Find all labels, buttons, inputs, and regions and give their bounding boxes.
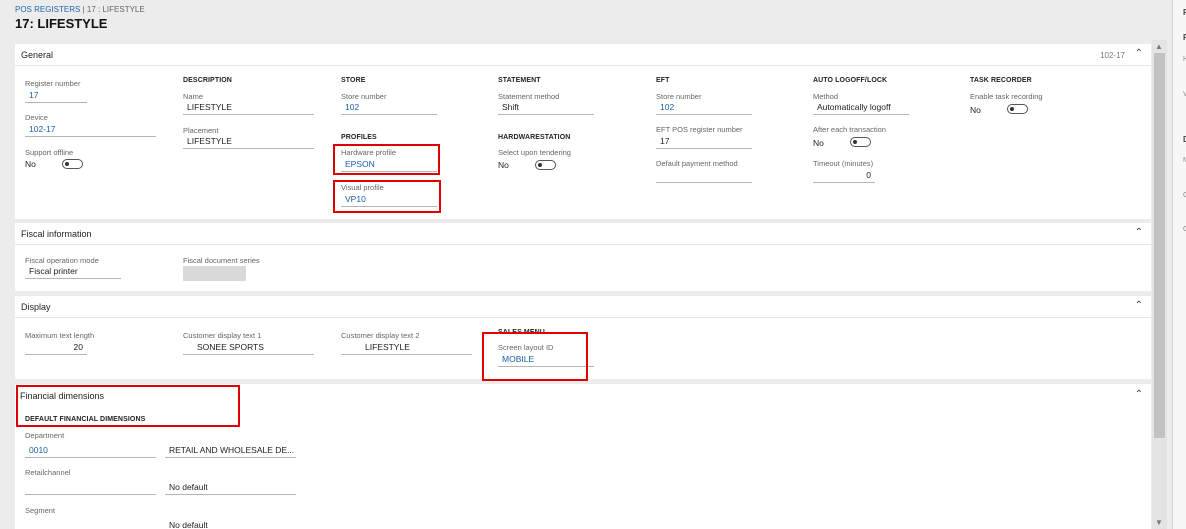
general-panel-title: General (21, 50, 54, 60)
max-text-length-label: Maximum text length (25, 331, 95, 340)
store-heading: STORE (341, 77, 366, 84)
triangle-up-icon[interactable]: ▲ (1155, 42, 1163, 51)
fiscal-mode-field[interactable]: Fiscal printer (25, 265, 121, 279)
segment-label: Segment (25, 506, 56, 515)
financial-dimensions-highlight (16, 385, 240, 427)
customer-display-text-1-field[interactable]: SONEE SPORTS (183, 341, 314, 355)
chevron-up-icon[interactable]: ⌃ (1135, 389, 1143, 400)
after-each-transaction-toggle[interactable] (850, 137, 871, 147)
breadcrumb-separator: | (82, 5, 85, 14)
department-field[interactable]: 0010 (25, 444, 156, 458)
fiscal-series-field[interactable] (183, 266, 246, 281)
retailchannel-label: Retailchannel (25, 468, 71, 477)
select-upon-tendering-toggle[interactable] (535, 160, 556, 170)
breadcrumb: POS REGISTERS | 17 : LIFESTYLE (15, 5, 145, 14)
after-each-transaction-value: No (813, 138, 824, 148)
logoff-method-field[interactable]: Automatically logoff (813, 101, 909, 115)
general-panel-header[interactable]: General 102-17 ⌃ (15, 44, 1151, 66)
logoff-method-label: Method (813, 92, 839, 101)
placement-label: Placement (183, 126, 219, 135)
support-offline-toggle[interactable] (62, 159, 83, 169)
store-number-field[interactable]: 102 (341, 101, 437, 115)
department-description: RETAIL AND WHOLESALE DE... (165, 444, 296, 458)
triangle-down-icon[interactable]: ▼ (1155, 518, 1163, 527)
eft-store-number-field[interactable]: 102 (656, 101, 752, 115)
placement-field[interactable]: LIFESTYLE (183, 135, 314, 149)
auto-logoff-heading: AUTO LOGOFF/LOCK (813, 77, 888, 84)
fiscal-panel: Fiscal information ⌃ Fiscal operation mo… (15, 223, 1151, 291)
right-side-pane: P P H V D M C C (1172, 0, 1186, 529)
task-recorder-heading: TASK RECORDER (970, 77, 1032, 84)
name-label: Name (183, 92, 204, 101)
enable-task-recording-value: No (970, 105, 981, 115)
eft-pos-register-field[interactable]: 17 (656, 135, 752, 149)
statement-heading: STATEMENT (498, 77, 541, 84)
select-upon-tendering-label: Select upon tendering (498, 148, 571, 157)
fiscal-series-label: Fiscal document series (183, 256, 260, 265)
default-payment-label: Default payment method (656, 159, 738, 168)
enable-task-recording-toggle[interactable] (1007, 104, 1028, 114)
hardware-profile-highlight (333, 144, 440, 175)
chevron-up-icon[interactable]: ⌃ (1135, 227, 1143, 238)
store-number-label: Store number (341, 92, 387, 101)
screen-layout-highlight (482, 332, 588, 381)
fiscal-panel-title: Fiscal information (21, 229, 92, 239)
segment-description: No default (169, 520, 208, 529)
device-field[interactable]: 102-17 (25, 123, 156, 137)
breadcrumb-parent-link[interactable]: POS REGISTERS (15, 5, 80, 14)
eft-heading: EFT (656, 77, 670, 84)
eft-store-number-label: Store number (656, 92, 702, 101)
visual-profile-highlight (333, 180, 441, 213)
device-label: Device (25, 113, 48, 122)
name-field[interactable]: LIFESTYLE (183, 101, 314, 115)
statement-method-field[interactable]: Shift (498, 101, 594, 115)
chevron-up-icon[interactable]: ⌃ (1135, 48, 1143, 59)
eft-pos-register-label: EFT POS register number (656, 125, 743, 134)
breadcrumb-current: 17 : LIFESTYLE (86, 5, 145, 14)
scrollbar-thumb[interactable] (1154, 53, 1165, 438)
page-title: 17: LIFESTYLE (15, 16, 108, 31)
enable-task-recording-label: Enable task recording (970, 92, 1043, 101)
profiles-heading: PROFILES (341, 134, 377, 141)
retailchannel-description: No default (165, 481, 296, 495)
customer-display-text-2-field[interactable]: LIFESTYLE (341, 341, 472, 355)
default-payment-field[interactable] (656, 169, 752, 183)
select-upon-tendering-value: No (498, 160, 509, 170)
timeout-label: Timeout (minutes) (813, 159, 874, 168)
register-number-label: Register number (25, 79, 81, 88)
statement-method-label: Statement method (498, 92, 560, 101)
register-number-field[interactable]: 17 (25, 89, 87, 103)
description-heading: DESCRIPTION (183, 77, 232, 84)
chevron-up-icon[interactable]: ⌃ (1135, 300, 1143, 311)
fiscal-panel-header[interactable]: Fiscal information ⌃ (15, 223, 1151, 245)
fiscal-mode-label: Fiscal operation mode (25, 256, 99, 265)
max-text-length-field[interactable]: 20 (25, 341, 87, 355)
support-offline-value: No (25, 159, 36, 169)
department-label: Department (25, 431, 65, 440)
after-each-transaction-label: After each transaction (813, 125, 886, 134)
display-panel-title: Display (21, 302, 51, 312)
retailchannel-field[interactable] (25, 481, 156, 495)
general-panel: General 102-17 ⌃ Register number 17 Devi… (15, 44, 1151, 219)
support-offline-label: Support offline (25, 148, 74, 157)
vertical-scrollbar[interactable]: ▲ ▼ (1152, 40, 1167, 529)
customer-display-text-1-label: Customer display text 1 (183, 331, 262, 340)
timeout-field[interactable]: 0 (813, 169, 875, 183)
display-panel-header[interactable]: Display ⌃ (15, 296, 1151, 318)
customer-display-text-2-label: Customer display text 2 (341, 331, 420, 340)
general-panel-summary: 102-17 (1100, 51, 1125, 60)
hardwarestation-heading: HARDWARESTATION (498, 134, 571, 141)
